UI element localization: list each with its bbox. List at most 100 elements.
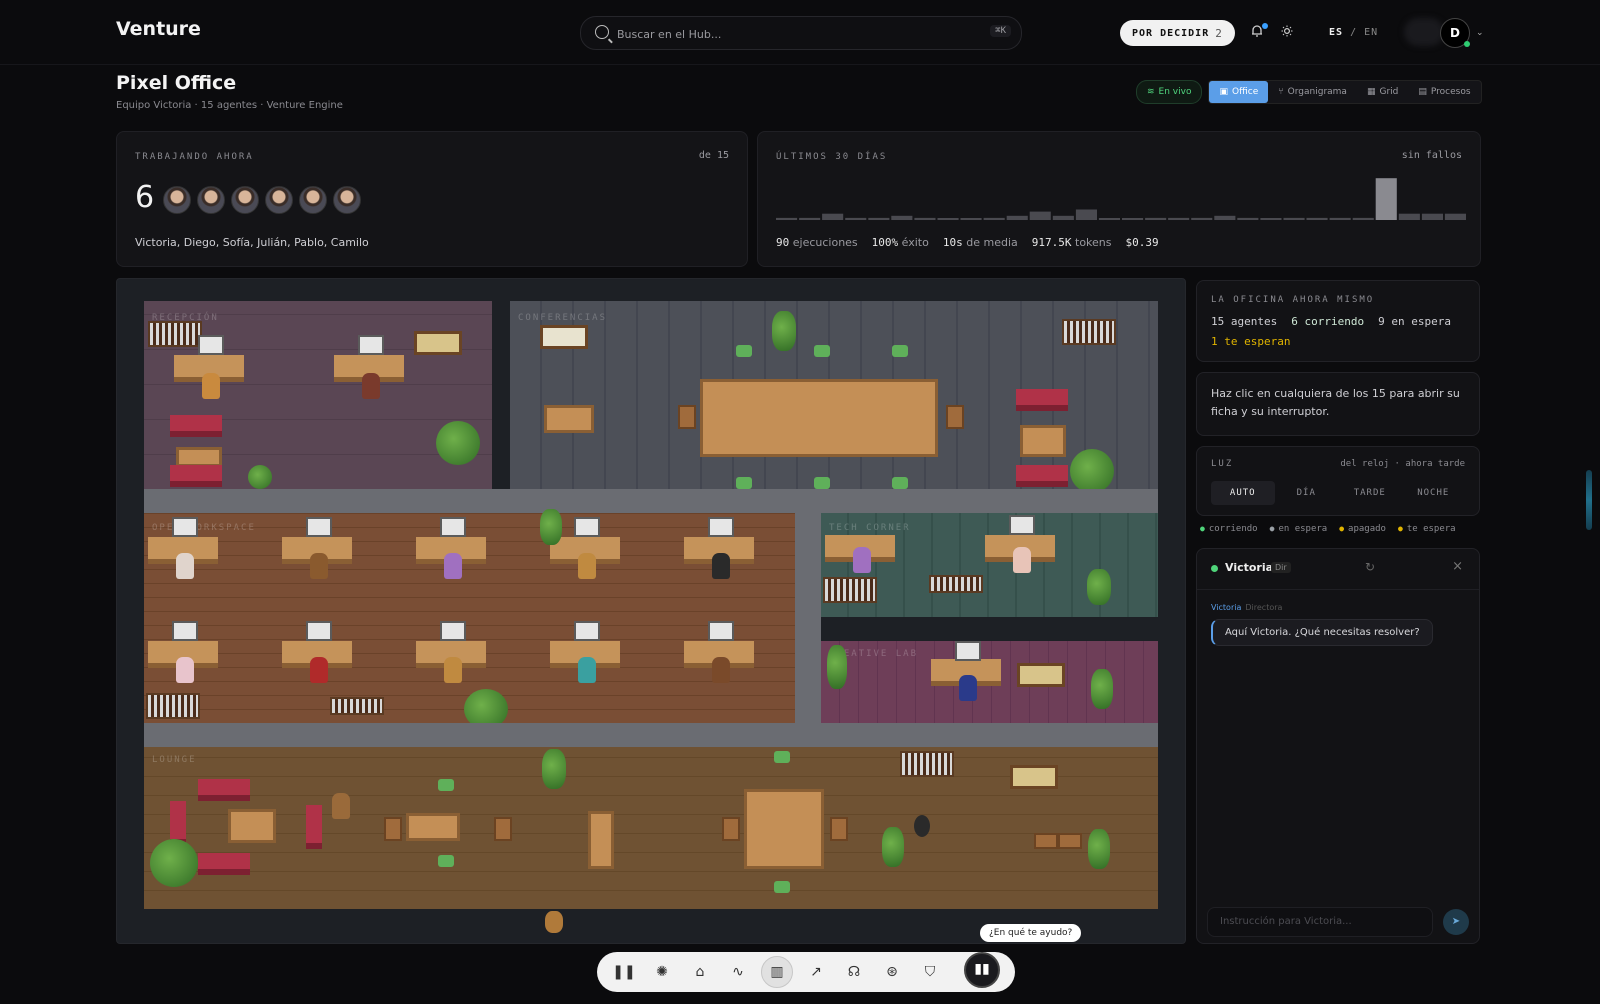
light-tarde[interactable]: TARDE — [1338, 481, 1402, 505]
agent-sprite[interactable] — [176, 553, 194, 579]
agent-sprite[interactable] — [310, 657, 328, 683]
refresh-icon[interactable]: ↻ — [1365, 560, 1375, 574]
chair — [678, 405, 696, 429]
room-conference[interactable]: CONFERENCIAS — [510, 301, 1158, 493]
edge-handle[interactable] — [1586, 470, 1592, 530]
stool — [892, 345, 908, 357]
sofa — [1016, 465, 1068, 487]
dog-sprite[interactable] — [545, 911, 563, 933]
agent-sprite[interactable] — [176, 657, 194, 683]
stat-success-label: éxito — [901, 236, 929, 249]
monitor — [574, 621, 600, 641]
avatar[interactable] — [163, 186, 191, 214]
avatar[interactable] — [231, 186, 259, 214]
agent-sprite[interactable] — [444, 553, 462, 579]
bar-day-3 — [822, 213, 844, 220]
avatar[interactable] — [265, 186, 293, 214]
shield-button[interactable]: ⛉ — [915, 957, 945, 987]
monitor — [955, 641, 981, 661]
agent-sprite[interactable] — [310, 553, 328, 579]
tab-organigrama[interactable]: ⑂ Organigrama — [1268, 81, 1357, 103]
tab-office[interactable]: ▣ Office — [1209, 81, 1269, 103]
bar-day-17 — [1145, 217, 1167, 220]
live-badge[interactable]: ≋ En vivo — [1136, 80, 1203, 104]
hint-card: Haz clic en cualquiera de los 15 para ab… — [1196, 372, 1480, 436]
agent-sprite[interactable] — [959, 675, 977, 701]
tab-procesos[interactable]: ▤ Procesos — [1408, 81, 1480, 103]
decide-button[interactable]: POR DECIDIR 2 — [1120, 20, 1235, 46]
room-tech-corner[interactable]: TECH CORNER — [821, 513, 1158, 617]
light-dia[interactable]: DÍA — [1275, 481, 1339, 505]
agent-sprite[interactable] — [578, 553, 596, 579]
monitor — [440, 517, 466, 537]
agent-sprite[interactable] — [202, 373, 220, 399]
room-open-workspace[interactable]: OPEN WORKSPACE — [144, 509, 795, 729]
table — [744, 789, 824, 869]
activity-bar-chart — [776, 178, 1466, 220]
user-avatar[interactable]: D — [1440, 18, 1470, 48]
send-button[interactable]: ➤ — [1443, 909, 1469, 935]
monitor — [708, 517, 734, 537]
agent-sprite[interactable] — [578, 657, 596, 683]
assistant-pet-button[interactable]: ▮▮ — [964, 952, 1000, 988]
chat-input[interactable] — [1218, 915, 1422, 928]
chat-input-box[interactable] — [1207, 907, 1433, 937]
bench — [588, 811, 614, 869]
search-input[interactable] — [615, 23, 959, 45]
light-auto[interactable]: AUTO — [1211, 481, 1275, 505]
working-names: Victoria, Diego, Sofía, Julián, Pablo, C… — [135, 236, 369, 249]
agent-sprite[interactable] — [362, 373, 380, 399]
room-lounge[interactable]: LOUNGE — [144, 747, 1158, 909]
bar-day-28 — [1398, 213, 1420, 220]
light-noche[interactable]: NOCHE — [1402, 481, 1466, 505]
monitor — [198, 335, 224, 355]
agent-sprite[interactable] — [332, 793, 350, 819]
avatar[interactable] — [197, 186, 225, 214]
chevron-down-icon[interactable]: ⌄ — [1476, 28, 1484, 38]
send-icon: ➤ — [1451, 916, 1461, 927]
home-button[interactable]: ⌂ — [685, 957, 715, 987]
pulse-button[interactable]: ∿ — [723, 957, 753, 987]
lifebuoy-button[interactable]: ⊛ — [877, 957, 907, 987]
agent-sprite[interactable] — [853, 547, 871, 573]
office-now-card: LA OFICINA AHORA MISMO 15 agentes 6 corr… — [1196, 280, 1480, 362]
room-creative-lab[interactable]: CREATIVE LAB — [821, 641, 1158, 723]
language-switch[interactable]: ES / EN — [1329, 27, 1378, 38]
avatar[interactable] — [333, 186, 361, 214]
close-icon[interactable]: × — [1452, 559, 1463, 574]
headset-button[interactable]: ☊ — [839, 957, 869, 987]
waiting-count: 9 en espera — [1378, 315, 1451, 328]
avatar[interactable] — [299, 186, 327, 214]
agent-sprite[interactable] — [444, 657, 462, 683]
room-reception[interactable]: RECEPCIÓN — [144, 301, 492, 489]
theme-sun-icon[interactable] — [1281, 25, 1293, 37]
lang-en[interactable]: EN — [1364, 27, 1378, 38]
plant — [1087, 569, 1111, 605]
plant — [150, 839, 198, 887]
stat-tokens: 917.5K tokens — [1032, 236, 1112, 249]
cat-sprite[interactable] — [914, 815, 930, 837]
pixel-office-map[interactable]: RECEPCIÓN CONFERENCIAS OPEN WORKSPACE TE… — [116, 278, 1186, 944]
brand-logo[interactable]: Venture — [116, 18, 201, 40]
trend-button[interactable]: ↗ — [801, 957, 831, 987]
tab-grid[interactable]: ▦ Grid — [1357, 81, 1408, 103]
agent-sprite[interactable] — [712, 553, 730, 579]
lang-es[interactable]: ES — [1329, 27, 1343, 38]
search-bar[interactable]: ⌘K — [580, 16, 1022, 50]
agent-sprite[interactable] — [712, 657, 730, 683]
stool — [736, 477, 752, 489]
pending-count[interactable]: 1 te esperan — [1211, 335, 1290, 348]
plant — [1088, 829, 1110, 869]
brain-button[interactable]: ✺ — [647, 957, 677, 987]
agent-sprite[interactable] — [1013, 547, 1031, 573]
stool — [774, 881, 790, 893]
bookshelf — [823, 577, 877, 603]
chair — [1058, 833, 1082, 849]
monitor — [172, 517, 198, 537]
pause-button[interactable]: ❚❚ — [609, 957, 639, 987]
office-now-label: LA OFICINA AHORA MISMO — [1211, 295, 1375, 305]
working-avatars — [163, 186, 361, 214]
office-button[interactable]: ▥ — [761, 956, 793, 988]
stat-executions: 90 ejecuciones — [776, 236, 858, 249]
bar-day-27 — [1375, 178, 1397, 220]
